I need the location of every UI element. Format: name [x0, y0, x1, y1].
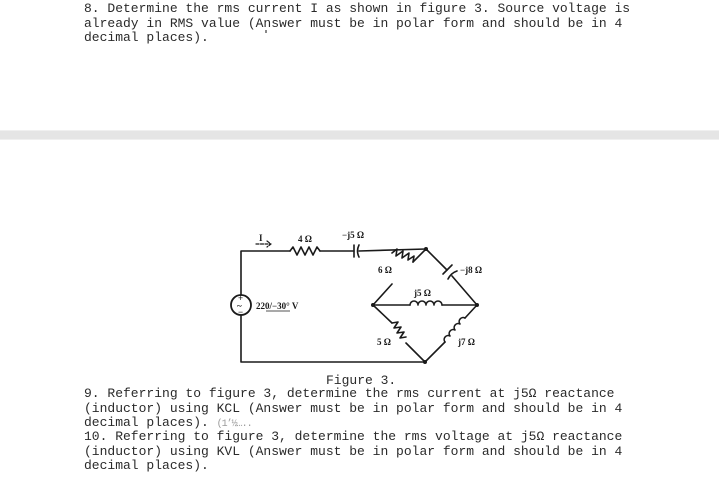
label-r5: 5 Ω: [377, 337, 391, 347]
wire-top-right: [358, 248, 427, 252]
current-label: I: [259, 233, 263, 243]
node-left: [371, 303, 375, 307]
question-10: 10. Referring to figure 3, determine the…: [84, 429, 623, 474]
label-c8: −j8 Ω: [460, 265, 482, 275]
resistor-6-ohm: [391, 248, 415, 263]
question-10-line-2: (inductor) using KVL (Answer must be in …: [84, 443, 623, 459]
question-9-line-3-text: decimal places).: [84, 415, 217, 431]
question-10-line-1: 10. Referring to figure 3, determine the…: [84, 429, 623, 444]
question-9-line-1: 9. Referring to figure 3, determine the …: [84, 386, 615, 401]
label-r4: 4 Ω: [298, 234, 312, 244]
wire-5ohm-to-bottom: [405, 342, 426, 363]
label-l7: j7 Ω: [457, 337, 475, 347]
source-label: 220/−30° V: [256, 301, 299, 311]
wire-6ohm-to-left: [372, 283, 393, 306]
question-9: 9. Referring to figure 3, determine the …: [84, 386, 623, 433]
question-9-line-2: (inductor) using KCL (Answer must be in …: [84, 400, 623, 416]
wire-j7-to-bottom: [424, 341, 446, 363]
inductor-j5: [409, 300, 443, 306]
wire-top-to-cap8: [425, 248, 448, 271]
resistor-4-ohm: [289, 246, 321, 256]
wire-right-to-j7: [464, 304, 478, 319]
wire-left-to-5ohm: [372, 304, 393, 324]
resistor-5-ohm: [391, 321, 407, 339]
node-right: [475, 303, 479, 307]
wire-top-to-6ohm: [412, 248, 427, 263]
wire-left-top: [240, 250, 291, 296]
label-l5: j5 Ω: [413, 288, 431, 298]
source-minus: −: [238, 307, 243, 317]
node-top: [424, 247, 428, 251]
label-c5: −j5 Ω: [342, 230, 364, 240]
wire-cap8-to-right: [451, 275, 478, 306]
question-10-line-3: decimal places).: [84, 458, 209, 474]
node-bottom: [423, 360, 427, 364]
label-r6: 6 Ω: [378, 265, 392, 275]
